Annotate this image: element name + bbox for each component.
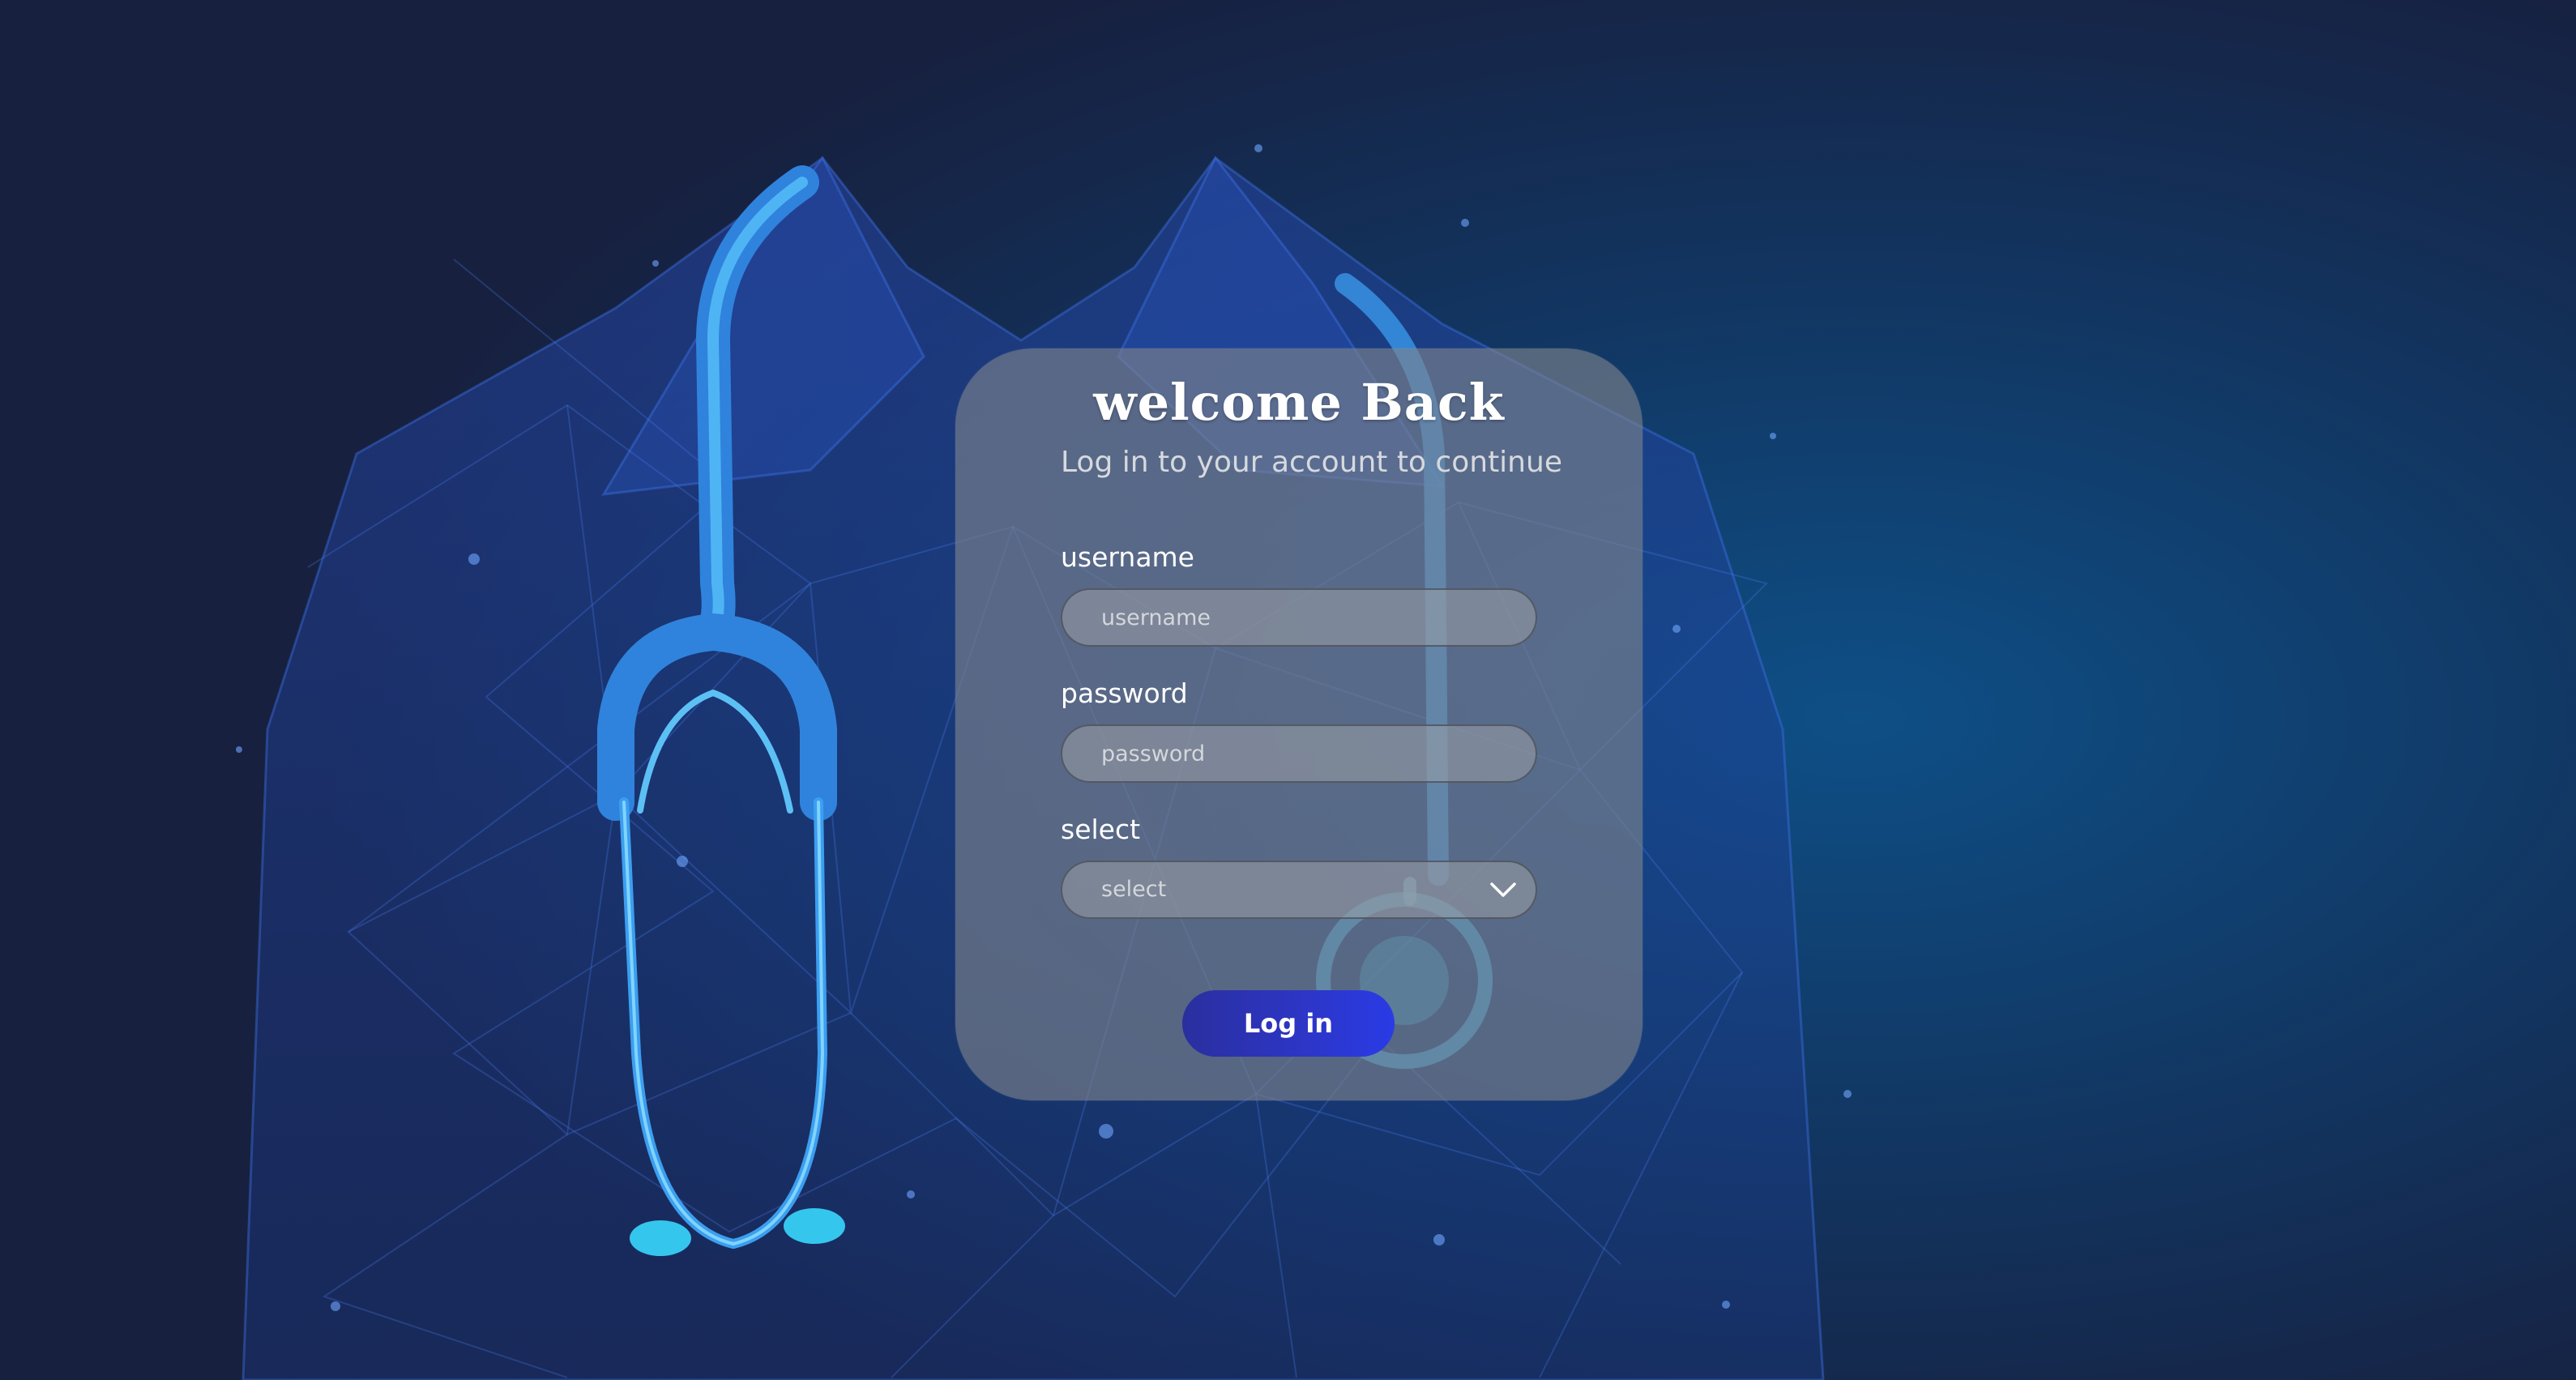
username-label: username (1061, 541, 1194, 573)
page-title: welcome Back (1093, 373, 1505, 432)
password-label: password (1061, 677, 1188, 709)
role-select[interactable]: select (1061, 861, 1537, 919)
username-input[interactable] (1062, 590, 1536, 645)
username-field-wrapper (1061, 588, 1537, 647)
login-card: welcome Back Log in to your account to c… (955, 348, 1643, 1100)
login-button[interactable]: Log in (1182, 990, 1395, 1057)
select-value: select (1101, 877, 1167, 902)
page-subtitle: Log in to your account to continue (1061, 446, 1562, 479)
select-label: select (1061, 814, 1141, 845)
password-field-wrapper (1061, 724, 1537, 783)
chevron-down-icon (1490, 882, 1516, 897)
password-input[interactable] (1062, 726, 1536, 781)
